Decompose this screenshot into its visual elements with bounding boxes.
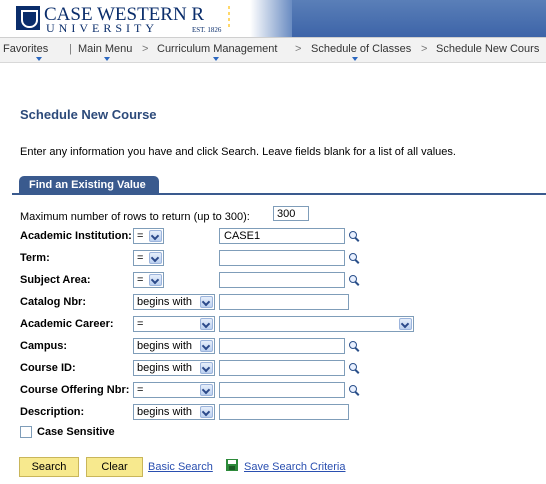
description-operator[interactable]: begins with	[133, 404, 215, 420]
max-rows-input[interactable]: 300	[273, 206, 309, 221]
campus-operator[interactable]: begins with	[133, 338, 215, 354]
dropdown-indicator-icon	[213, 57, 219, 61]
campus-label: Campus:	[20, 340, 68, 352]
term-operator[interactable]: =	[133, 250, 164, 266]
header-banner: CASE WESTERN R UNIVERSITY EST. 1826	[0, 0, 546, 37]
chevron-down-icon	[149, 252, 162, 264]
chevron-down-icon	[149, 274, 162, 286]
logo-subtitle: UNIVERSITY	[46, 21, 158, 35]
chevron-down-icon	[149, 230, 162, 242]
search-button[interactable]: Search	[19, 457, 79, 477]
page-instructions: Enter any information you have and click…	[20, 146, 456, 158]
term-label: Term:	[20, 252, 50, 264]
nav-curriculum-management[interactable]: Curriculum Management	[157, 43, 277, 55]
nav-separator: >	[421, 43, 428, 55]
academic-career-operator[interactable]: =	[133, 316, 215, 332]
lookup-icon[interactable]	[349, 385, 360, 396]
course-offering-nbr-input[interactable]	[219, 382, 345, 398]
operator-value: =	[137, 274, 144, 286]
nav-separator: >	[142, 43, 149, 55]
dropdown-indicator-icon	[36, 57, 42, 61]
save-search-criteria-link[interactable]: Save Search Criteria	[244, 461, 346, 473]
campus-input[interactable]	[219, 338, 345, 354]
academic-career-label: Academic Career:	[20, 318, 114, 330]
lookup-icon[interactable]	[349, 341, 360, 352]
operator-value: begins with	[137, 362, 193, 374]
subject-area-input[interactable]	[219, 272, 345, 288]
academic-institution-input[interactable]: CASE1	[219, 228, 345, 244]
course-offering-nbr-label: Course Offering Nbr:	[20, 384, 130, 396]
operator-value: =	[137, 230, 144, 242]
description-label: Description:	[20, 406, 85, 418]
tab-find-existing-value[interactable]: Find an Existing Value	[19, 176, 159, 193]
tab-underline	[12, 193, 546, 195]
academic-institution-operator[interactable]: =	[133, 228, 164, 244]
nav-pipe: |	[69, 43, 72, 55]
description-input[interactable]	[219, 404, 349, 420]
chevron-down-icon	[200, 362, 213, 374]
academic-institution-label: Academic Institution:	[20, 230, 132, 242]
save-icon[interactable]	[226, 459, 238, 471]
course-id-label: Course ID:	[20, 362, 76, 374]
operator-value: =	[137, 252, 144, 264]
academic-career-select[interactable]	[219, 316, 414, 332]
chevron-down-icon	[200, 296, 213, 308]
lookup-icon[interactable]	[349, 231, 360, 242]
lookup-icon[interactable]	[349, 275, 360, 286]
chevron-down-icon	[200, 318, 213, 330]
nav-schedule-of-classes[interactable]: Schedule of Classes	[311, 43, 411, 55]
shield-icon	[16, 6, 40, 30]
case-sensitive-checkbox[interactable]	[20, 426, 32, 438]
subject-area-label: Subject Area:	[20, 274, 91, 286]
nav-main-menu[interactable]: Main Menu	[78, 43, 132, 55]
banner-divider	[228, 6, 230, 30]
banner-gradient	[250, 0, 546, 37]
operator-value: begins with	[137, 296, 193, 308]
chevron-down-icon	[399, 318, 412, 330]
chevron-down-icon	[200, 384, 213, 396]
course-offering-nbr-operator[interactable]: =	[133, 382, 215, 398]
subject-area-operator[interactable]: =	[133, 272, 164, 288]
nav-separator: >	[295, 43, 302, 55]
operator-value: =	[137, 384, 144, 396]
catalog-nbr-input[interactable]	[219, 294, 349, 310]
catalog-nbr-label: Catalog Nbr:	[20, 296, 86, 308]
course-id-input[interactable]	[219, 360, 345, 376]
clear-button[interactable]: Clear	[86, 457, 143, 477]
logo-established: EST. 1826	[192, 26, 222, 34]
operator-value: begins with	[137, 340, 193, 352]
lookup-icon[interactable]	[349, 363, 360, 374]
term-input[interactable]	[219, 250, 345, 266]
nav-favorites[interactable]: Favorites	[3, 43, 48, 55]
catalog-nbr-operator[interactable]: begins with	[133, 294, 215, 310]
basic-search-link[interactable]: Basic Search	[148, 461, 213, 473]
case-sensitive-label: Case Sensitive	[37, 426, 115, 438]
chevron-down-icon	[200, 340, 213, 352]
dropdown-indicator-icon	[352, 57, 358, 61]
breadcrumb: Favorites | Main Menu > Curriculum Manag…	[0, 37, 546, 63]
max-rows-label: Maximum number of rows to return (up to …	[20, 211, 250, 223]
operator-value: begins with	[137, 406, 193, 418]
course-id-operator[interactable]: begins with	[133, 360, 215, 376]
chevron-down-icon	[200, 406, 213, 418]
lookup-icon[interactable]	[349, 253, 360, 264]
operator-value: =	[137, 318, 144, 330]
nav-schedule-new-course[interactable]: Schedule New Cours	[436, 43, 539, 55]
page-title: Schedule New Course	[20, 107, 157, 122]
dropdown-indicator-icon	[104, 57, 110, 61]
